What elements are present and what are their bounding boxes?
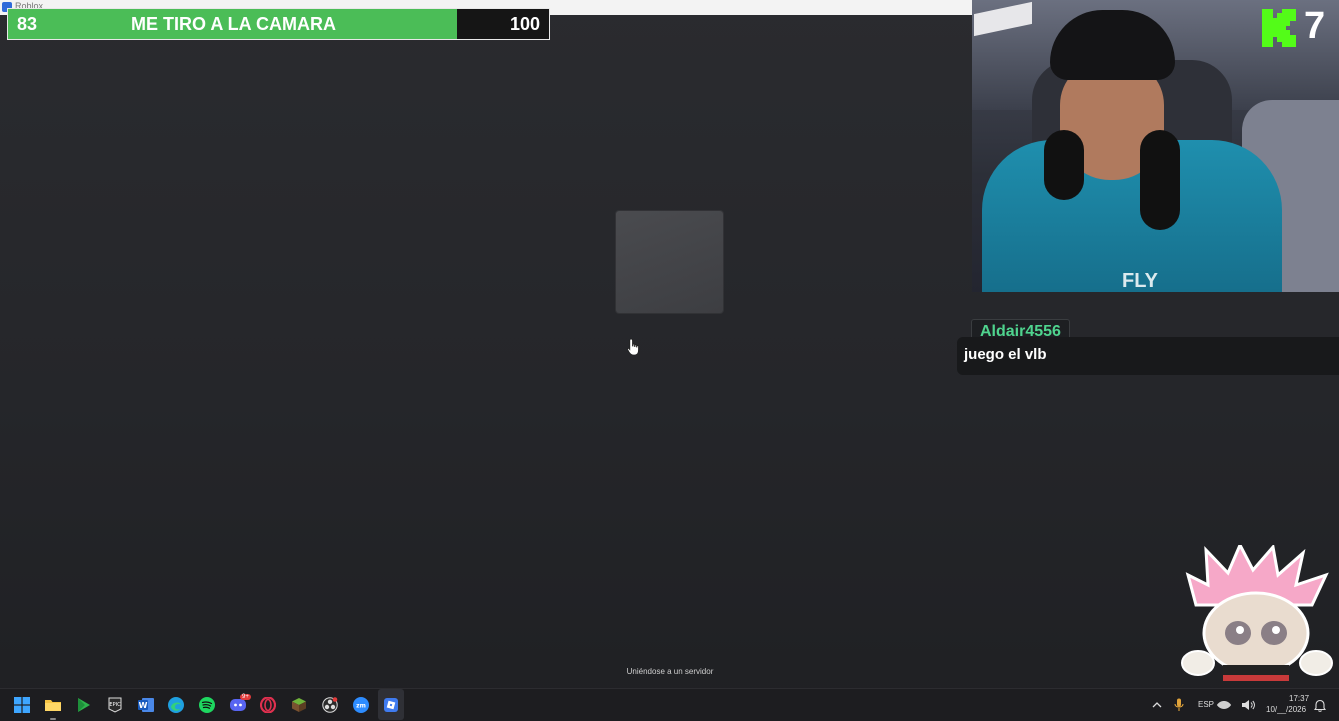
svg-text:W: W: [139, 701, 148, 710]
svg-text:zm: zm: [356, 703, 366, 710]
network-icon[interactable]: [1216, 697, 1232, 713]
goal-label: ME TIRO A LA CAMARA: [131, 14, 336, 34]
kick-follower-count: 7: [1304, 5, 1326, 47]
goal-max-value: 100: [509, 14, 540, 34]
minecraft-icon[interactable]: [291, 697, 307, 713]
anime-mascot-sticker: [1181, 545, 1333, 681]
chat-message: juego el vlb: [957, 337, 1339, 375]
volume-icon[interactable]: [1240, 697, 1256, 713]
loading-status-text: Uniéndose a un servidor: [626, 667, 714, 676]
jersey-print: FLY: [1122, 270, 1158, 292]
clock-time[interactable]: 17:37: [1289, 694, 1309, 703]
word-icon[interactable]: W: [138, 697, 154, 713]
windows-taskbar: EPIC W 9+ zm ESP 17:37 10/__/2026: [0, 688, 1339, 721]
kick-follower-badge: 7: [1258, 5, 1336, 51]
google-play-games-icon[interactable]: [76, 697, 92, 713]
input-language-indicator[interactable]: ESP: [1198, 700, 1214, 709]
edge-icon[interactable]: [168, 697, 184, 713]
spotify-icon[interactable]: [199, 697, 215, 713]
epic-games-icon[interactable]: EPIC: [107, 697, 123, 713]
microphone-icon[interactable]: [1171, 697, 1187, 713]
file-explorer-icon[interactable]: [45, 697, 61, 720]
obs-icon[interactable]: [322, 697, 338, 713]
stream-goal-bar: 83 ME TIRO A LA CAMARA 100: [7, 8, 550, 40]
zoom-icon[interactable]: zm: [353, 697, 369, 713]
hand-cursor-icon: [627, 338, 639, 356]
discord-notification-badge: 9+: [240, 694, 251, 700]
opera-gx-icon[interactable]: [260, 697, 276, 713]
clock-date[interactable]: 10/__/2026: [1266, 705, 1306, 714]
chevron-up-icon[interactable]: [1149, 697, 1165, 713]
game-loading-thumbnail: [616, 211, 723, 313]
notification-bell-icon[interactable]: [1312, 697, 1328, 713]
kick-logo-icon: [1262, 9, 1296, 47]
roblox-icon[interactable]: [383, 697, 399, 713]
svg-text:EPIC: EPIC: [109, 702, 121, 708]
windows-start-icon[interactable]: [14, 697, 30, 713]
